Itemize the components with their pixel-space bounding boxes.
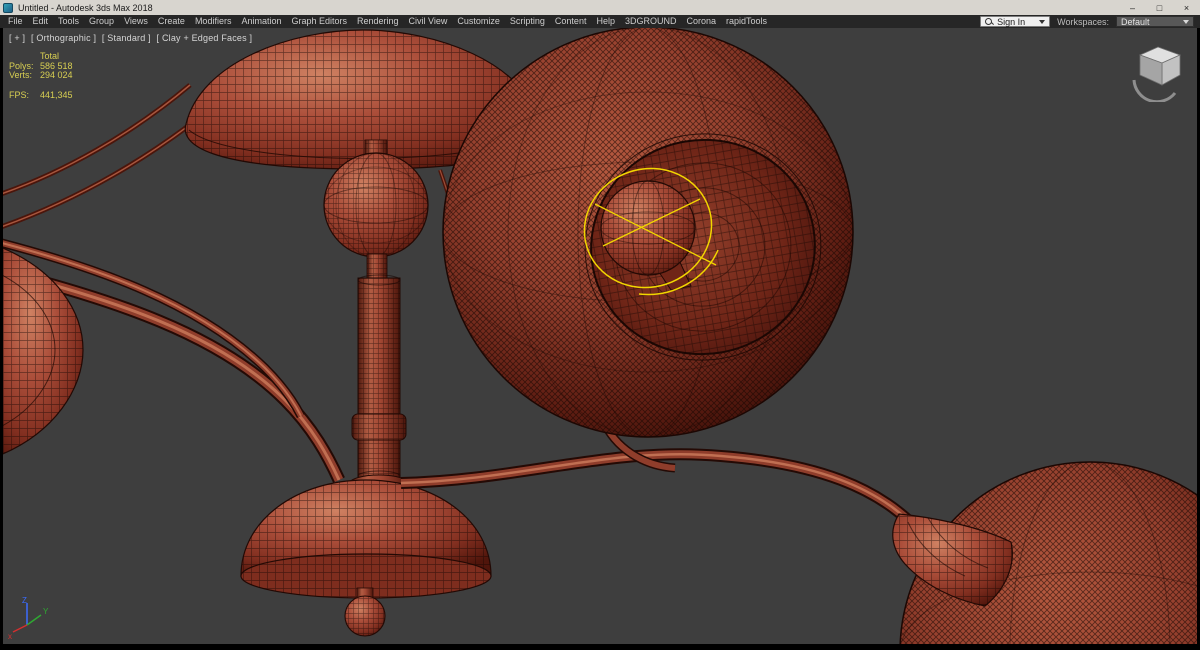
workspace-select[interactable]: Default [1116, 16, 1194, 27]
stats-fps-row: FPS: 441,345 [9, 89, 73, 101]
stats-verts-label: Verts: [9, 70, 33, 80]
menubar-right-cluster: Sign In Workspaces: Default [980, 16, 1200, 27]
stats-fps-value: 441,345 [40, 89, 73, 100]
x-axis-label: x [8, 632, 12, 641]
menu-civil-view[interactable]: Civil View [404, 15, 453, 28]
main-shade-sphere[interactable] [442, 28, 854, 438]
search-icon [985, 17, 993, 26]
viewport-general-menu[interactable]: [ + ] [9, 33, 25, 43]
stats-verts-value: 294 024 [40, 70, 73, 80]
menu-3dground[interactable]: 3DGROUND [620, 15, 682, 28]
viewport[interactable]: [ + ] [ Orthographic ] [ Standard ] [ Cl… [3, 28, 1197, 644]
menu-modifiers[interactable]: Modifiers [190, 15, 237, 28]
stats-verts-row: Verts: 294 024 [9, 70, 73, 81]
menu-file[interactable]: File [3, 15, 28, 28]
menu-graph-editors[interactable]: Graph Editors [286, 15, 352, 28]
window-titlebar: Untitled - Autodesk 3ds Max 2018 – □ × [0, 0, 1200, 15]
menu-corona[interactable]: Corona [681, 15, 721, 28]
y-axis-label: Y [43, 607, 49, 616]
menu-customize[interactable]: Customize [452, 15, 505, 28]
menu-rendering[interactable]: Rendering [352, 15, 404, 28]
menu-edit[interactable]: Edit [28, 15, 54, 28]
menubar: File Edit Tools Group Views Create Modif… [0, 15, 1200, 28]
workspaces-label: Workspaces: [1057, 16, 1109, 27]
viewport-pov-menu[interactable]: [ Orthographic ] [31, 33, 96, 43]
viewport-standard-menu[interactable]: [ Standard ] [102, 33, 151, 43]
viewport-canvas[interactable] [3, 28, 1197, 644]
menu-help[interactable]: Help [591, 15, 620, 28]
statistics-overlay: Total Polys: 586 518 Verts: 294 024 FPS:… [9, 51, 73, 101]
menu-scripting[interactable]: Scripting [505, 15, 550, 28]
viewcube-ring[interactable] [1132, 79, 1177, 102]
close-button[interactable]: × [1173, 0, 1200, 15]
minimize-button[interactable]: – [1119, 0, 1146, 15]
viewport-label: [ + ] [ Orthographic ] [ Standard ] [ Cl… [9, 33, 255, 43]
sign-in-button[interactable]: Sign In [980, 16, 1051, 27]
viewcube[interactable] [1127, 40, 1189, 102]
menu-group[interactable]: Group [84, 15, 119, 28]
y-axis-line [26, 614, 42, 626]
z-axis-label: Z [22, 596, 27, 605]
window-title: Untitled - Autodesk 3ds Max 2018 [18, 2, 153, 13]
axis-tripod: Z Y x [8, 596, 49, 641]
app-icon [3, 2, 13, 13]
sign-in-label: Sign In [997, 16, 1026, 27]
chevron-down-icon [1039, 19, 1046, 24]
x-axis-line [12, 624, 28, 633]
stats-fps-label: FPS: [9, 89, 30, 100]
menu-animation[interactable]: Animation [236, 15, 286, 28]
central-column [348, 253, 410, 494]
window-controls: – □ × [1119, 0, 1200, 15]
menu-tools[interactable]: Tools [53, 15, 84, 28]
finial-sphere[interactable] [600, 180, 696, 276]
viewport-shading-menu[interactable]: [ Clay + Edged Faces ] [157, 33, 253, 43]
menu-content[interactable]: Content [550, 15, 592, 28]
workspace-value: Default [1121, 16, 1150, 27]
menu-views[interactable]: Views [119, 15, 153, 28]
menu-rapidtools[interactable]: rapidTools [721, 15, 772, 28]
chevron-down-icon [1183, 19, 1189, 24]
menu-create[interactable]: Create [153, 15, 190, 28]
maximize-button[interactable]: □ [1146, 0, 1173, 15]
